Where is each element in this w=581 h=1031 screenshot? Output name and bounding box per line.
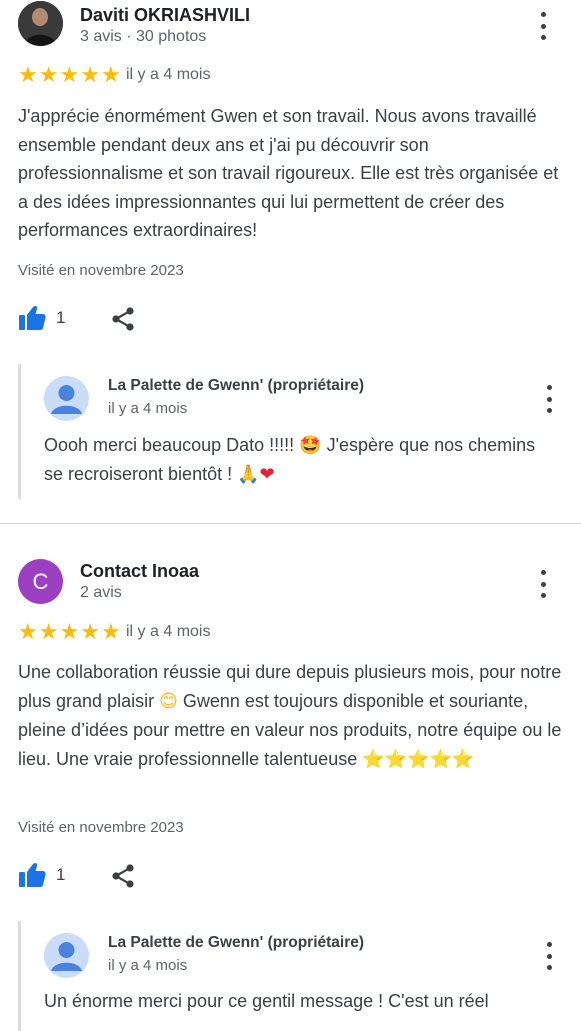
owner-avatar[interactable] [44, 933, 89, 978]
reply-text: Oooh merci beaucoup Dato !!!!! 🤩 J'espèr… [44, 431, 554, 489]
star-icon: ★ [59, 62, 80, 87]
visit-date: Visité en novembre 2023 [18, 819, 184, 836]
more-options-icon[interactable] [533, 12, 553, 40]
review-date: il y a 4 mois [126, 623, 211, 640]
more-options-icon[interactable] [539, 385, 559, 413]
star-icon: ★ [59, 619, 80, 644]
reviewer-avatar[interactable] [18, 1, 63, 46]
visit-date: Visité en novembre 2023 [18, 262, 184, 279]
reviewer-name[interactable]: Contact Inoaa [80, 561, 199, 582]
star-emojis: ⭐⭐⭐⭐⭐ [362, 748, 475, 770]
like-count: 1 [56, 308, 66, 327]
folded-hands-emoji: 🙏 [237, 464, 260, 485]
share-button[interactable] [110, 306, 136, 337]
reply-date: il y a 4 mois [108, 400, 188, 417]
thumbs-up-icon [19, 862, 46, 887]
more-options-icon[interactable] [539, 942, 559, 970]
star-icon: ★ [80, 62, 100, 87]
reply-date: il y a 4 mois [108, 957, 188, 974]
share-icon [112, 864, 134, 888]
owner-name[interactable]: La Palette de Gwenn' (propriétaire) [108, 934, 364, 952]
star-icon: ★ [38, 619, 59, 644]
review-card: C Contact Inoaa 2 avis ★ ★ ★ ★ ★ il y a … [0, 523, 581, 1031]
star-icon: ★ [18, 62, 38, 87]
star-icon: ★ [38, 62, 59, 87]
share-icon [112, 307, 134, 331]
owner-reply: La Palette de Gwenn' (propriétaire) il y… [18, 364, 581, 499]
reply-text-part: Oooh merci beaucoup Dato !!!!! [44, 435, 295, 455]
smiling-face-emoji: 😊 [159, 690, 178, 712]
like-button[interactable]: 1 [18, 305, 65, 331]
reviewer-meta: 2 avis [80, 584, 122, 601]
owner-reply: La Palette de Gwenn' (propriétaire) il y… [18, 921, 581, 1031]
star-icon: ★ [80, 619, 100, 644]
like-button[interactable]: 1 [18, 862, 65, 888]
star-icon: ★ [18, 619, 38, 644]
reviewer-avatar[interactable]: C [18, 559, 63, 604]
review-card: Daviti OKRIASHVILI 3 avis · 30 photos ★ … [0, 0, 581, 523]
star-icon: ★ [100, 619, 121, 644]
review-text: Une collaboration réussie qui dure depui… [18, 658, 566, 774]
owner-avatar[interactable] [44, 376, 89, 421]
review-text: J'apprécie énormément Gwen et son travai… [18, 106, 559, 240]
reviewer-meta: 3 avis · 30 photos [80, 28, 207, 45]
more-options-icon[interactable] [533, 570, 553, 598]
thumbs-up-icon [19, 305, 46, 330]
star-struck-emoji: 🤩 [299, 435, 322, 456]
red-heart-emoji: ❤ [259, 464, 275, 485]
reviewer-name[interactable]: Daviti OKRIASHVILI [80, 5, 250, 26]
star-icon: ★ [100, 62, 121, 87]
star-rating: ★ ★ ★ ★ ★ [18, 621, 121, 643]
star-rating: ★ ★ ★ ★ ★ [18, 64, 121, 86]
like-count: 1 [56, 865, 66, 884]
reply-text: Un énorme merci pour ce gentil message !… [44, 991, 489, 1011]
review-date: il y a 4 mois [126, 66, 211, 83]
owner-name[interactable]: La Palette de Gwenn' (propriétaire) [108, 377, 364, 395]
share-button[interactable] [110, 863, 136, 894]
